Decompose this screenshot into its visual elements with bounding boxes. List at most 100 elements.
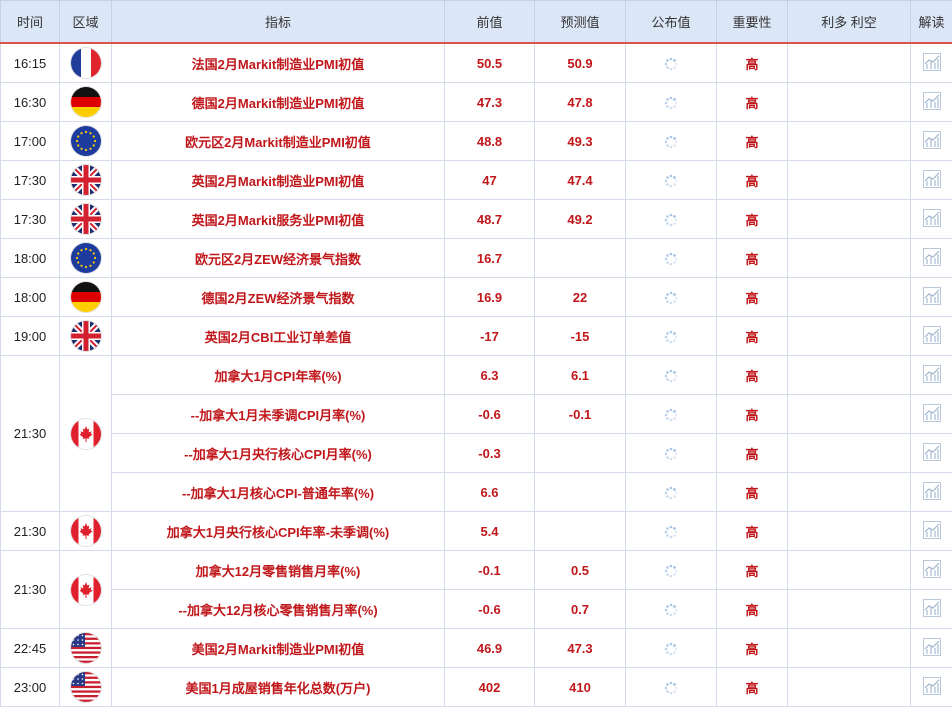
chart-icon[interactable]: [922, 481, 942, 504]
chart-icon[interactable]: [922, 364, 942, 387]
table-row: 21:30 加拿大1月央行核心CPI年率-未季调(%) 5.4 高: [0, 511, 952, 551]
analysis-cell[interactable]: [910, 433, 952, 473]
actual-value-cell: [625, 550, 717, 590]
eu-flag-icon: [70, 126, 101, 156]
analysis-cell[interactable]: [910, 82, 952, 122]
chart-icon[interactable]: [922, 559, 942, 582]
canada-flag-icon: [70, 574, 101, 605]
region-cell: [59, 160, 112, 200]
event-time: 16:30: [0, 82, 60, 122]
region-cell: [59, 550, 112, 629]
indicator-name[interactable]: 加拿大1月央行核心CPI年率-未季调(%): [111, 511, 445, 551]
loading-spinner-icon: [664, 562, 678, 578]
economic-calendar-table: 时间 区域 指标 前值 预测值 公布值 重要性 利多 利空 解读 16:15 法国…: [0, 0, 952, 707]
indicator-name[interactable]: 英国2月Markit制造业PMI初值: [111, 160, 445, 200]
indicator-name[interactable]: 德国2月ZEW经济景气指数: [111, 277, 445, 317]
usa-flag-icon: [70, 672, 101, 702]
importance-value: 高: [716, 42, 788, 83]
chart-icon[interactable]: [922, 91, 942, 114]
loading-spinner-icon: [664, 523, 678, 539]
loading-spinner-icon: [664, 484, 678, 500]
indicator-name[interactable]: --加拿大12月核心零售销售月率(%): [111, 589, 445, 629]
analysis-cell[interactable]: [910, 277, 952, 317]
actual-value-cell: [625, 511, 717, 551]
analysis-cell[interactable]: [910, 238, 952, 278]
analysis-cell[interactable]: [910, 316, 952, 356]
indicator-name[interactable]: 法国2月Markit制造业PMI初值: [111, 42, 445, 83]
indicator-name[interactable]: 美国1月成屋销售年化总数(万户): [111, 667, 445, 707]
analysis-cell[interactable]: [910, 472, 952, 512]
indicator-name[interactable]: 欧元区2月ZEW经济景气指数: [111, 238, 445, 278]
event-time: 18:00: [0, 238, 60, 278]
analysis-cell[interactable]: [910, 355, 952, 395]
loading-spinner-icon: [664, 679, 678, 695]
analysis-cell[interactable]: [910, 589, 952, 629]
importance-value: 高: [716, 121, 788, 161]
germany-flag-icon: [70, 87, 101, 117]
previous-value: 16.7: [444, 238, 535, 278]
event-time: 21:30: [0, 511, 60, 551]
indicator-name[interactable]: --加拿大1月未季调CPI月率(%): [111, 394, 445, 434]
analysis-cell[interactable]: [910, 160, 952, 200]
actual-value-cell: [625, 667, 717, 707]
analysis-cell[interactable]: [910, 667, 952, 707]
indicator-name[interactable]: 欧元区2月Markit制造业PMI初值: [111, 121, 445, 161]
chart-icon[interactable]: [922, 520, 942, 543]
chart-icon[interactable]: [922, 442, 942, 465]
table-row: 17:30 英国2月Markit制造业PMI初值 47 47.4 高: [0, 160, 952, 200]
chart-icon[interactable]: [922, 325, 942, 348]
impact-cell: [787, 238, 911, 278]
indicator-name[interactable]: --加拿大1月核心CPI-普通年率(%): [111, 472, 445, 512]
col-importance: 重要性: [716, 0, 788, 44]
chart-icon[interactable]: [922, 208, 942, 231]
table-row: 18:00 德国2月ZEW经济景气指数 16.9 22 高: [0, 277, 952, 317]
analysis-cell[interactable]: [910, 394, 952, 434]
table-row: --加拿大12月核心零售销售月率(%) -0.6 0.7 高: [1, 589, 952, 629]
impact-cell: [787, 511, 911, 551]
analysis-cell[interactable]: [910, 121, 952, 161]
forecast-value: 49.3: [534, 121, 626, 161]
importance-value: 高: [716, 238, 788, 278]
event-time: 22:45: [0, 628, 60, 668]
chart-icon[interactable]: [922, 247, 942, 270]
analysis-cell[interactable]: [910, 42, 952, 83]
col-impact: 利多 利空: [787, 0, 911, 44]
analysis-cell[interactable]: [910, 550, 952, 590]
chart-icon[interactable]: [922, 130, 942, 153]
chart-icon[interactable]: [922, 52, 942, 75]
event-time: 17:30: [0, 199, 60, 239]
indicator-name[interactable]: 加拿大12月零售销售月率(%): [111, 550, 445, 590]
indicator-name[interactable]: --加拿大1月央行核心CPI月率(%): [111, 433, 445, 473]
chart-icon[interactable]: [922, 286, 942, 309]
indicator-name[interactable]: 德国2月Markit制造业PMI初值: [111, 82, 445, 122]
actual-value-cell: [625, 238, 717, 278]
loading-spinner-icon: [664, 211, 678, 227]
importance-value: 高: [716, 199, 788, 239]
impact-cell: [787, 160, 911, 200]
previous-value: 48.8: [444, 121, 535, 161]
indicator-name[interactable]: 美国2月Markit制造业PMI初值: [111, 628, 445, 668]
previous-value: -0.6: [444, 589, 535, 629]
chart-icon[interactable]: [922, 598, 942, 621]
loading-spinner-icon: [664, 250, 678, 266]
analysis-cell[interactable]: [910, 511, 952, 551]
previous-value: 46.9: [444, 628, 535, 668]
chart-icon[interactable]: [922, 403, 942, 426]
forecast-value: 47.3: [534, 628, 626, 668]
previous-value: 48.7: [444, 199, 535, 239]
indicator-name[interactable]: 英国2月Markit服务业PMI初值: [111, 199, 445, 239]
region-cell: [59, 42, 112, 83]
indicator-name[interactable]: 加拿大1月CPI年率(%): [111, 355, 445, 395]
analysis-cell[interactable]: [910, 628, 952, 668]
chart-icon[interactable]: [922, 676, 942, 699]
chart-icon[interactable]: [922, 637, 942, 660]
region-cell: [59, 316, 112, 356]
event-time: 17:00: [0, 121, 60, 161]
indicator-name[interactable]: 英国2月CBI工业订单差值: [111, 316, 445, 356]
analysis-cell[interactable]: [910, 199, 952, 239]
forecast-value: 49.2: [534, 199, 626, 239]
chart-icon[interactable]: [922, 169, 942, 192]
impact-cell: [787, 355, 911, 395]
header-row: 时间 区域 指标 前值 预测值 公布值 重要性 利多 利空 解读: [0, 0, 952, 44]
table-row: 18:00 欧元区2月ZEW经济景气指数 16.7 高: [0, 238, 952, 278]
